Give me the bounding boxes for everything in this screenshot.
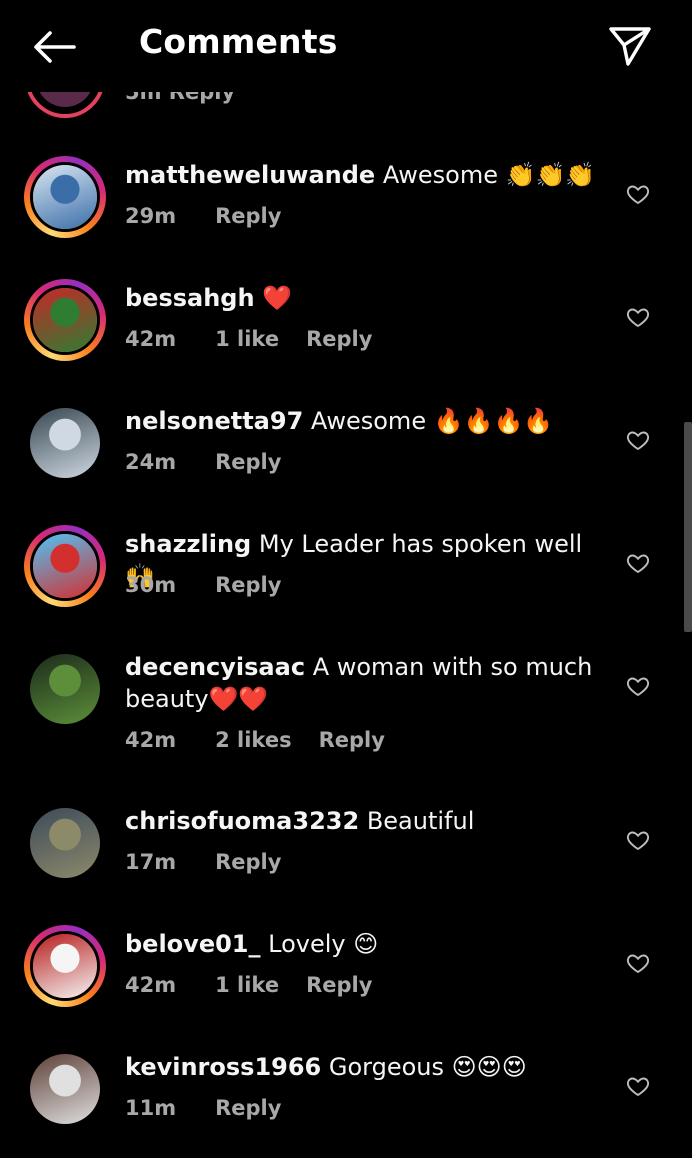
comment-username[interactable]: belove01_ — [125, 930, 261, 958]
heart-icon[interactable] — [626, 674, 650, 698]
comment-time: 29m — [125, 204, 177, 228]
comment-emoji: 😊 — [353, 930, 379, 958]
heart-icon[interactable] — [626, 182, 650, 206]
reply-button[interactable]: Reply — [319, 728, 385, 752]
paper-plane-icon — [609, 27, 651, 66]
comment-username[interactable]: decencyisaac — [125, 653, 305, 681]
heart-icon[interactable] — [626, 1074, 650, 1098]
comment-username[interactable]: shazzling — [125, 530, 251, 558]
likes-count[interactable]: 2 likes — [215, 728, 291, 752]
comment-time: 30m — [125, 573, 177, 597]
comment-time: 42m — [125, 728, 177, 752]
avatar[interactable] — [24, 802, 106, 884]
avatar-image — [30, 1054, 100, 1124]
comment-emoji: 😍😍😍 — [451, 1053, 527, 1081]
share-button[interactable] — [604, 22, 656, 70]
avatar[interactable] — [24, 402, 106, 484]
likes-count[interactable]: 1 like — [215, 327, 279, 351]
top-bar: Comments — [0, 0, 692, 92]
avatar-image — [30, 654, 100, 724]
comment-time: 42m — [125, 973, 177, 997]
comment-time: 42m — [125, 327, 177, 351]
heart-icon[interactable] — [626, 551, 650, 575]
avatar-image — [33, 534, 97, 598]
comment-username[interactable]: kevinross1966 — [125, 1053, 321, 1081]
avatar[interactable] — [24, 525, 106, 607]
comment-username[interactable]: mattheweluwande — [125, 161, 375, 189]
reply-button[interactable]: Reply — [215, 1096, 281, 1120]
comment-list[interactable]: 5m Reply mattheweluwande Awesome 👏👏👏 29m… — [0, 0, 692, 1158]
comment-text: Awesome — [310, 407, 427, 435]
arrow-left-icon — [34, 31, 76, 63]
avatar[interactable] — [24, 648, 106, 730]
comment-text: Lovely — [268, 930, 346, 958]
comment-emoji: ❤️❤️ — [208, 685, 269, 713]
avatar-image — [30, 408, 100, 478]
comment-username[interactable]: bessahgh — [125, 284, 255, 312]
reply-button[interactable]: Reply — [306, 973, 372, 997]
comment-emoji: 🔥🔥🔥🔥 — [433, 407, 554, 435]
comment-username[interactable]: nelsonetta97 — [125, 407, 303, 435]
avatar[interactable] — [24, 1048, 106, 1130]
back-button[interactable] — [28, 24, 80, 70]
avatar[interactable] — [24, 279, 106, 361]
comment-emoji: ❤️ — [262, 284, 293, 312]
comment-time: 11m — [125, 1096, 177, 1120]
scrollbar[interactable] — [684, 422, 692, 632]
reply-button[interactable]: Reply — [306, 327, 372, 351]
comment-text: My Leader has spoken well — [258, 530, 583, 558]
reply-button[interactable]: Reply — [215, 450, 281, 474]
likes-count[interactable]: 1 like — [215, 973, 279, 997]
reply-button[interactable]: Reply — [215, 850, 281, 874]
avatar-image — [33, 288, 97, 352]
comment-emoji: 👏👏👏 — [505, 161, 596, 189]
comment-time: 17m — [125, 850, 177, 874]
page-title: Comments — [139, 22, 338, 61]
avatar-image — [30, 808, 100, 878]
reply-button[interactable]: Reply — [215, 573, 281, 597]
avatar-image — [33, 934, 97, 998]
heart-icon[interactable] — [626, 428, 650, 452]
comment-time: 24m — [125, 450, 177, 474]
heart-icon[interactable] — [626, 828, 650, 852]
avatar[interactable] — [24, 925, 106, 1007]
avatar[interactable] — [24, 156, 106, 238]
comment-text: Beautiful — [366, 807, 475, 835]
avatar-image — [33, 165, 97, 229]
heart-icon[interactable] — [626, 305, 650, 329]
heart-icon[interactable] — [626, 951, 650, 975]
reply-button[interactable]: Reply — [215, 204, 281, 228]
comment-username[interactable]: chrisofuoma3232 — [125, 807, 359, 835]
comment-text: Awesome — [382, 161, 498, 189]
comment-text: Gorgeous — [328, 1053, 445, 1081]
